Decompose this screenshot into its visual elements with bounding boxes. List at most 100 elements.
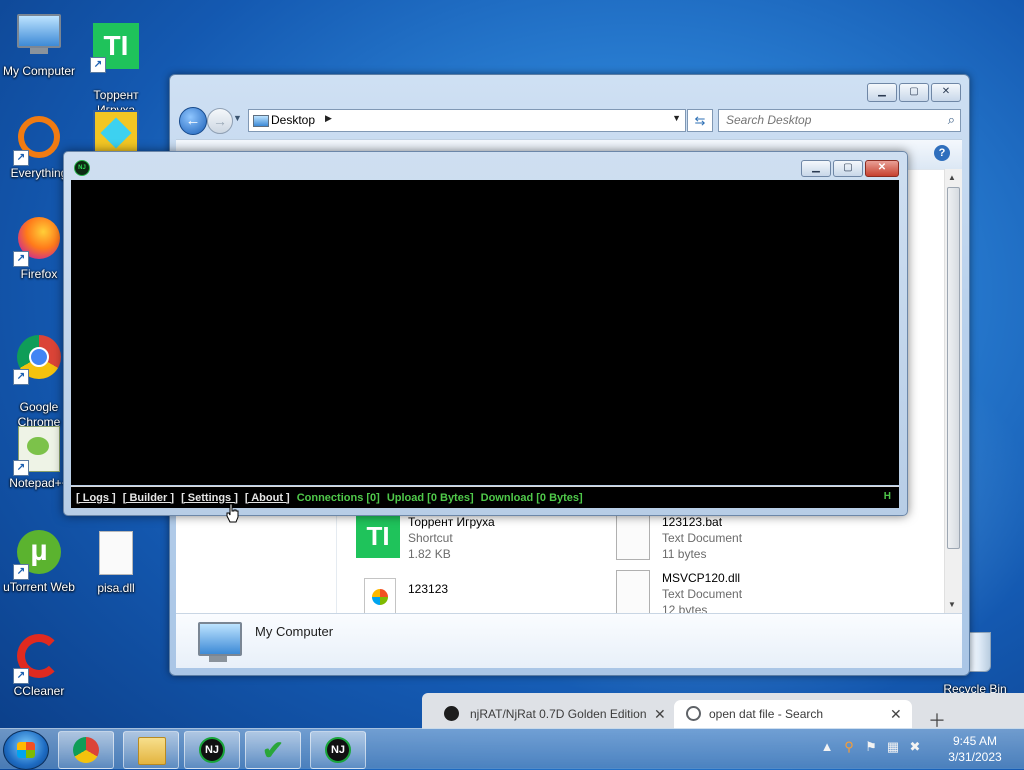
desktop-icon-label: CCleaner bbox=[13, 684, 65, 698]
connections-list[interactable] bbox=[71, 180, 899, 485]
desktop-icon-my-computer[interactable]: My Computer bbox=[0, 8, 78, 79]
browser-tab-active[interactable]: open dat file - Search ✕ bbox=[674, 700, 912, 729]
vertical-scrollbar[interactable]: ▲ ▼ bbox=[944, 169, 962, 613]
search-tray-icon[interactable]: ⚲ bbox=[842, 739, 856, 755]
tab-title: njRAT/NjRat 0.7D Golden Edition bbox=[470, 707, 647, 721]
scroll-down-icon[interactable]: ▼ bbox=[948, 600, 956, 609]
utorrent-icon: µ ↗ bbox=[13, 530, 63, 580]
computer-icon bbox=[15, 14, 63, 62]
address-text: Desktop bbox=[271, 113, 316, 127]
scrollbar-thumb[interactable] bbox=[947, 187, 960, 549]
njrat-app-icon: NJ bbox=[74, 160, 90, 176]
file-icon bbox=[92, 531, 140, 579]
file-type: Text Document bbox=[662, 587, 743, 601]
builder-link[interactable]: [ Builder ] bbox=[123, 492, 174, 504]
breadcrumb-chevron-icon[interactable]: ▶ bbox=[325, 113, 332, 124]
folder-icon bbox=[138, 737, 166, 765]
file-item[interactable]: 123123.bat Text Document 11 bytes bbox=[610, 512, 860, 561]
torrent-shortcut-icon: TI bbox=[356, 514, 400, 558]
search-input[interactable] bbox=[719, 110, 926, 129]
desktop-icon-label: My Computer bbox=[2, 64, 76, 78]
minimize-button[interactable]: ▁ bbox=[867, 83, 897, 102]
desktop-icon-label: uTorrent Web bbox=[3, 580, 75, 594]
close-button[interactable]: ✕ bbox=[931, 83, 961, 102]
window-controls: ▁ ▢ ✕ bbox=[867, 83, 961, 102]
file-name: MSVCP120.dll bbox=[662, 571, 741, 585]
connections-count: Connections [0] bbox=[296, 491, 380, 504]
njrat-window: NJ ▁ ▢ ✕ [ Logs ] [ Builder ] [ Settings… bbox=[63, 151, 908, 516]
minimize-button[interactable]: ▁ bbox=[801, 160, 831, 177]
ccleaner-icon: ↗ bbox=[13, 634, 63, 684]
desktop-location-icon bbox=[253, 115, 269, 127]
text-document-icon bbox=[616, 570, 650, 614]
forward-button[interactable]: → bbox=[207, 108, 233, 134]
action-center-icon[interactable]: ⚑ bbox=[864, 739, 878, 755]
hand-cursor-icon bbox=[226, 503, 239, 523]
search-box[interactable]: ⌕ bbox=[718, 109, 961, 132]
clock-time: 9:45 AM bbox=[952, 734, 998, 748]
address-bar[interactable]: Desktop ▶ ▼ bbox=[248, 109, 686, 132]
scroll-up-icon[interactable]: ▲ bbox=[948, 173, 956, 182]
upload-stat: Upload [0 Bytes] bbox=[386, 491, 474, 504]
network-icon[interactable]: ▦ bbox=[886, 739, 900, 755]
taskbar: NJ ✔ NJ ▲ ⚲ ⚑ ▦ ✖ 9:45 AM 3/31/2023 bbox=[0, 728, 1024, 770]
corner-indicator: H bbox=[883, 491, 891, 502]
checkmark-app-icon: ✔ bbox=[262, 735, 284, 765]
file-type: Shortcut bbox=[408, 531, 453, 545]
system-tray: ▲ ⚲ ⚑ ▦ ✖ bbox=[820, 739, 922, 755]
back-arrow-icon: ← bbox=[185, 112, 201, 129]
back-button[interactable]: ← bbox=[179, 107, 207, 135]
status-bar: [ Logs ] [ Builder ] [ Settings ] [ Abou… bbox=[71, 486, 899, 508]
close-button[interactable]: ✕ bbox=[865, 160, 899, 177]
tab-title: open dat file - Search bbox=[709, 707, 824, 721]
search-icon[interactable]: ⌕ bbox=[948, 112, 955, 128]
close-tab-icon[interactable]: ✕ bbox=[654, 706, 666, 723]
volume-muted-icon[interactable]: ✖ bbox=[908, 739, 922, 755]
download-stat: Download [0 Bytes] bbox=[480, 491, 583, 504]
details-pane: My Computer bbox=[176, 613, 962, 668]
help-icon[interactable]: ? bbox=[934, 145, 950, 161]
text-document-icon bbox=[616, 514, 650, 560]
njrat-icon: NJ bbox=[199, 737, 225, 763]
file-name: 123123 bbox=[408, 582, 449, 596]
taskbar-chrome[interactable] bbox=[58, 731, 114, 769]
github-icon bbox=[444, 706, 459, 721]
about-link[interactable]: [ About ] bbox=[245, 492, 290, 504]
taskbar-app[interactable]: ✔ bbox=[245, 731, 301, 769]
refresh-icon: ⇆ bbox=[694, 113, 706, 128]
file-item[interactable]: MSVCP120.dll Text Document 12 bytes bbox=[610, 568, 860, 614]
windows-file-icon bbox=[364, 578, 396, 614]
desktop-icon-pisa[interactable]: pisa.dll bbox=[77, 528, 155, 596]
tray-expand-icon[interactable]: ▲ bbox=[820, 739, 834, 755]
clock-date: 3/31/2023 bbox=[948, 750, 1002, 764]
recent-pages-dropdown[interactable]: ▼ bbox=[233, 113, 242, 123]
browser-tab-strip: njRAT/NjRat 0.7D Golden Edition ✕ open d… bbox=[422, 693, 1024, 731]
desktop-icon-utorrent[interactable]: µ ↗ uTorrent Web bbox=[0, 528, 78, 595]
start-button[interactable] bbox=[3, 730, 49, 770]
search-globe-icon bbox=[686, 706, 701, 721]
refresh-button[interactable]: ⇆ bbox=[687, 109, 713, 132]
window-controls: ▁ ▢ ✕ bbox=[801, 160, 899, 177]
close-tab-icon[interactable]: ✕ bbox=[890, 706, 902, 723]
maximize-button[interactable]: ▢ bbox=[899, 83, 929, 102]
computer-icon bbox=[198, 622, 242, 662]
taskbar-njrat-2[interactable]: NJ bbox=[310, 731, 366, 769]
details-title: My Computer bbox=[255, 624, 334, 639]
notepadpp-icon: ↗ bbox=[13, 426, 63, 476]
file-size: 11 bytes bbox=[662, 547, 707, 561]
taskbar-njrat[interactable]: NJ bbox=[184, 731, 240, 769]
logs-link[interactable]: [ Logs ] bbox=[76, 492, 116, 504]
firefox-icon: ↗ bbox=[13, 217, 63, 267]
settings-link[interactable]: [ Settings ] bbox=[181, 492, 238, 504]
maximize-button[interactable]: ▢ bbox=[833, 160, 863, 177]
address-dropdown-icon[interactable]: ▼ bbox=[672, 113, 681, 123]
everything-icon: ↗ bbox=[13, 116, 63, 166]
chrome-icon bbox=[73, 737, 99, 763]
file-item[interactable]: 123123 bbox=[356, 570, 606, 618]
file-item[interactable]: TI Торрент Игруха Shortcut 1.82 KB bbox=[356, 512, 606, 561]
clock[interactable]: 9:45 AM 3/31/2023 bbox=[940, 733, 1010, 765]
desktop-icon-ccleaner[interactable]: ↗ CCleaner bbox=[0, 632, 78, 699]
taskbar-explorer[interactable] bbox=[123, 731, 179, 769]
browser-tab[interactable]: njRAT/NjRat 0.7D Golden Edition ✕ bbox=[444, 700, 674, 729]
file-size: 1.82 KB bbox=[408, 547, 451, 561]
